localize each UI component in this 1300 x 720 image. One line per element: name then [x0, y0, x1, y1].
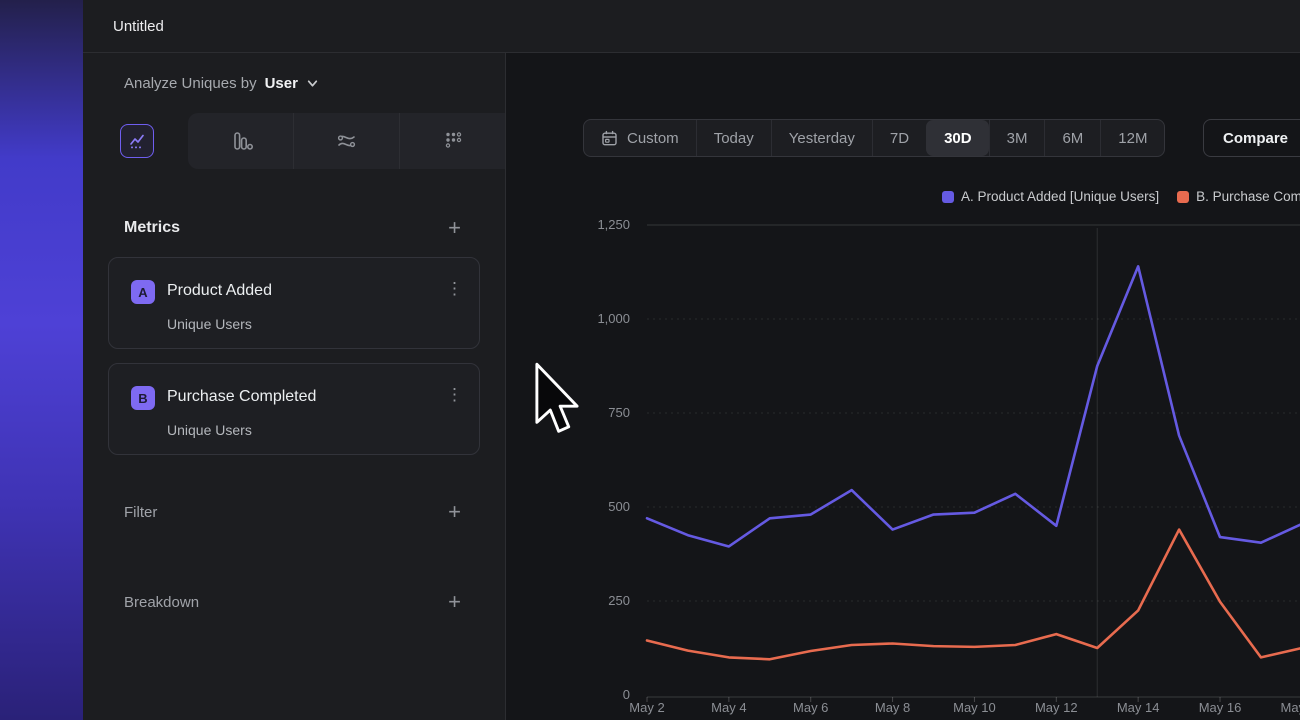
- tab-dot-grid[interactable]: [399, 113, 505, 169]
- x-axis-label: May 4: [699, 700, 759, 715]
- x-axis-label: May 18: [1272, 700, 1300, 715]
- y-axis-label: 1,250: [506, 216, 630, 234]
- metrics-header: Metrics +: [124, 213, 461, 243]
- kebab-menu-icon[interactable]: ⋮: [446, 280, 463, 297]
- legend-label: B. Purchase Completed [Unique Users]: [1196, 189, 1300, 204]
- report-title[interactable]: Untitled: [113, 18, 164, 35]
- metric-title[interactable]: Product Added: [167, 282, 272, 300]
- range-7d-button[interactable]: 7D: [872, 120, 926, 156]
- range-30d-button[interactable]: 30D: [926, 120, 989, 156]
- legend-swatch-a: [942, 191, 954, 203]
- metric-card-a[interactable]: A Product Added ⋮ Unique Users: [108, 257, 480, 349]
- range-12m-button[interactable]: 12M: [1100, 120, 1164, 156]
- dot-grid-icon: [441, 129, 465, 153]
- date-range-control: Custom Today Yesterday 7D 30D 3M 6M 12M: [583, 119, 1165, 157]
- breakdown-label: Breakdown: [124, 594, 199, 611]
- filter-header: Filter +: [124, 497, 461, 527]
- add-breakdown-button[interactable]: +: [448, 592, 461, 612]
- add-metric-button[interactable]: +: [448, 218, 461, 238]
- add-filter-button[interactable]: +: [448, 502, 461, 522]
- y-axis-label: 250: [506, 592, 630, 610]
- tab-flow[interactable]: [293, 113, 399, 169]
- y-axis-label: 1,000: [506, 310, 630, 328]
- y-axis-label: 0: [506, 686, 630, 704]
- kebab-menu-icon[interactable]: ⋮: [446, 386, 463, 403]
- x-axis-label: May 6: [781, 700, 841, 715]
- metric-card-b[interactable]: B Purchase Completed ⋮ Unique Users: [108, 363, 480, 455]
- tab-line-chart[interactable]: [120, 124, 154, 158]
- tab-bar-chart[interactable]: [188, 113, 293, 169]
- legend-item-b[interactable]: B. Purchase Completed [Unique Users]: [1177, 189, 1300, 204]
- range-custom-button[interactable]: Custom: [584, 120, 696, 156]
- metric-badge-a: A: [131, 280, 155, 304]
- legend-label: A. Product Added [Unique Users]: [961, 189, 1159, 204]
- mouse-cursor: [534, 362, 580, 438]
- metrics-label: Metrics: [124, 219, 180, 237]
- series-line-b: [647, 530, 1300, 660]
- calendar-icon: [601, 130, 618, 147]
- analyze-by-dropdown[interactable]: User: [265, 75, 298, 92]
- x-axis-label: May 14: [1108, 700, 1168, 715]
- query-sidebar: Analyze Uniques by User: [83, 53, 506, 720]
- bar-chart-icon: [229, 129, 253, 153]
- range-yesterday-button[interactable]: Yesterday: [771, 120, 872, 156]
- x-axis-label: May 2: [617, 700, 677, 715]
- legend-swatch-b: [1177, 191, 1189, 203]
- metric-title[interactable]: Purchase Completed: [167, 388, 316, 406]
- range-label: Custom: [627, 130, 679, 147]
- range-3m-button[interactable]: 3M: [989, 120, 1045, 156]
- nav-gradient-strip: [0, 0, 83, 720]
- metric-badge-b: B: [131, 386, 155, 410]
- chart-panel: Custom Today Yesterday 7D 30D 3M 6M 12M …: [506, 53, 1300, 720]
- compare-button[interactable]: Compare: [1203, 119, 1300, 157]
- metric-subtitle[interactable]: Unique Users: [167, 422, 252, 438]
- range-6m-button[interactable]: 6M: [1044, 120, 1100, 156]
- range-today-button[interactable]: Today: [696, 120, 771, 156]
- x-axis-label: May 10: [944, 700, 1004, 715]
- chevron-down-icon[interactable]: [306, 77, 319, 90]
- filter-label: Filter: [124, 504, 157, 521]
- chart-type-tab-group: [188, 113, 505, 169]
- metric-subtitle[interactable]: Unique Users: [167, 316, 252, 332]
- legend-item-a[interactable]: A. Product Added [Unique Users]: [942, 189, 1159, 204]
- line-chart-icon: [127, 131, 147, 151]
- x-axis-label: May 12: [1026, 700, 1086, 715]
- flow-icon: [335, 129, 359, 153]
- analyze-by-row: Analyze Uniques by User: [124, 53, 319, 113]
- analyze-by-label: Analyze Uniques by: [124, 75, 257, 92]
- series-line-a: [647, 266, 1300, 546]
- x-axis-label: May 8: [863, 700, 923, 715]
- chart-legend: A. Product Added [Unique Users] B. Purch…: [942, 189, 1300, 204]
- breakdown-header: Breakdown +: [124, 587, 461, 617]
- top-bar: Untitled: [83, 0, 1300, 53]
- y-axis-label: 500: [506, 498, 630, 516]
- x-axis-label: May 16: [1190, 700, 1250, 715]
